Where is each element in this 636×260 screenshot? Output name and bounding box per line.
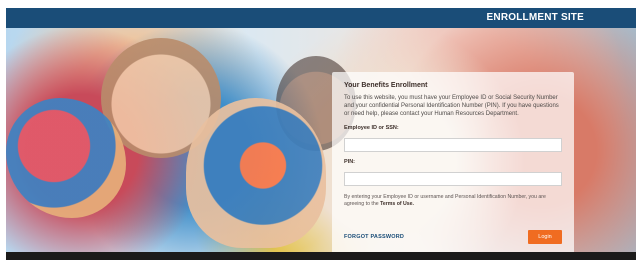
login-button[interactable]: Login <box>528 230 562 244</box>
panel-intro-text: To use this website, you must have your … <box>344 95 559 118</box>
site-title: ENROLLMENT SITE <box>486 12 584 23</box>
painted-hand-center-graphic <box>186 98 326 248</box>
terms-of-use-link[interactable]: Terms of Use. <box>380 201 414 207</box>
enrollment-panel: Your Benefits Enrollment To use this web… <box>332 72 574 252</box>
panel-title: Your Benefits Enrollment <box>344 82 428 89</box>
top-header: ENROLLMENT SITE <box>6 8 636 28</box>
bottom-bar <box>6 252 636 260</box>
terms-disclaimer: By entering your Employee ID or username… <box>344 194 562 208</box>
hero-background: Your Benefits Enrollment To use this web… <box>6 28 636 252</box>
forgot-password-link[interactable]: FORGOT PASSWORD <box>344 234 404 240</box>
pin-input[interactable] <box>344 172 562 187</box>
employee-id-label: Employee ID or SSN: <box>344 125 399 132</box>
employee-id-input[interactable] <box>344 138 562 153</box>
disclaimer-text: By entering your Employee ID or username… <box>344 194 546 208</box>
pin-label: PIN: <box>344 159 355 166</box>
